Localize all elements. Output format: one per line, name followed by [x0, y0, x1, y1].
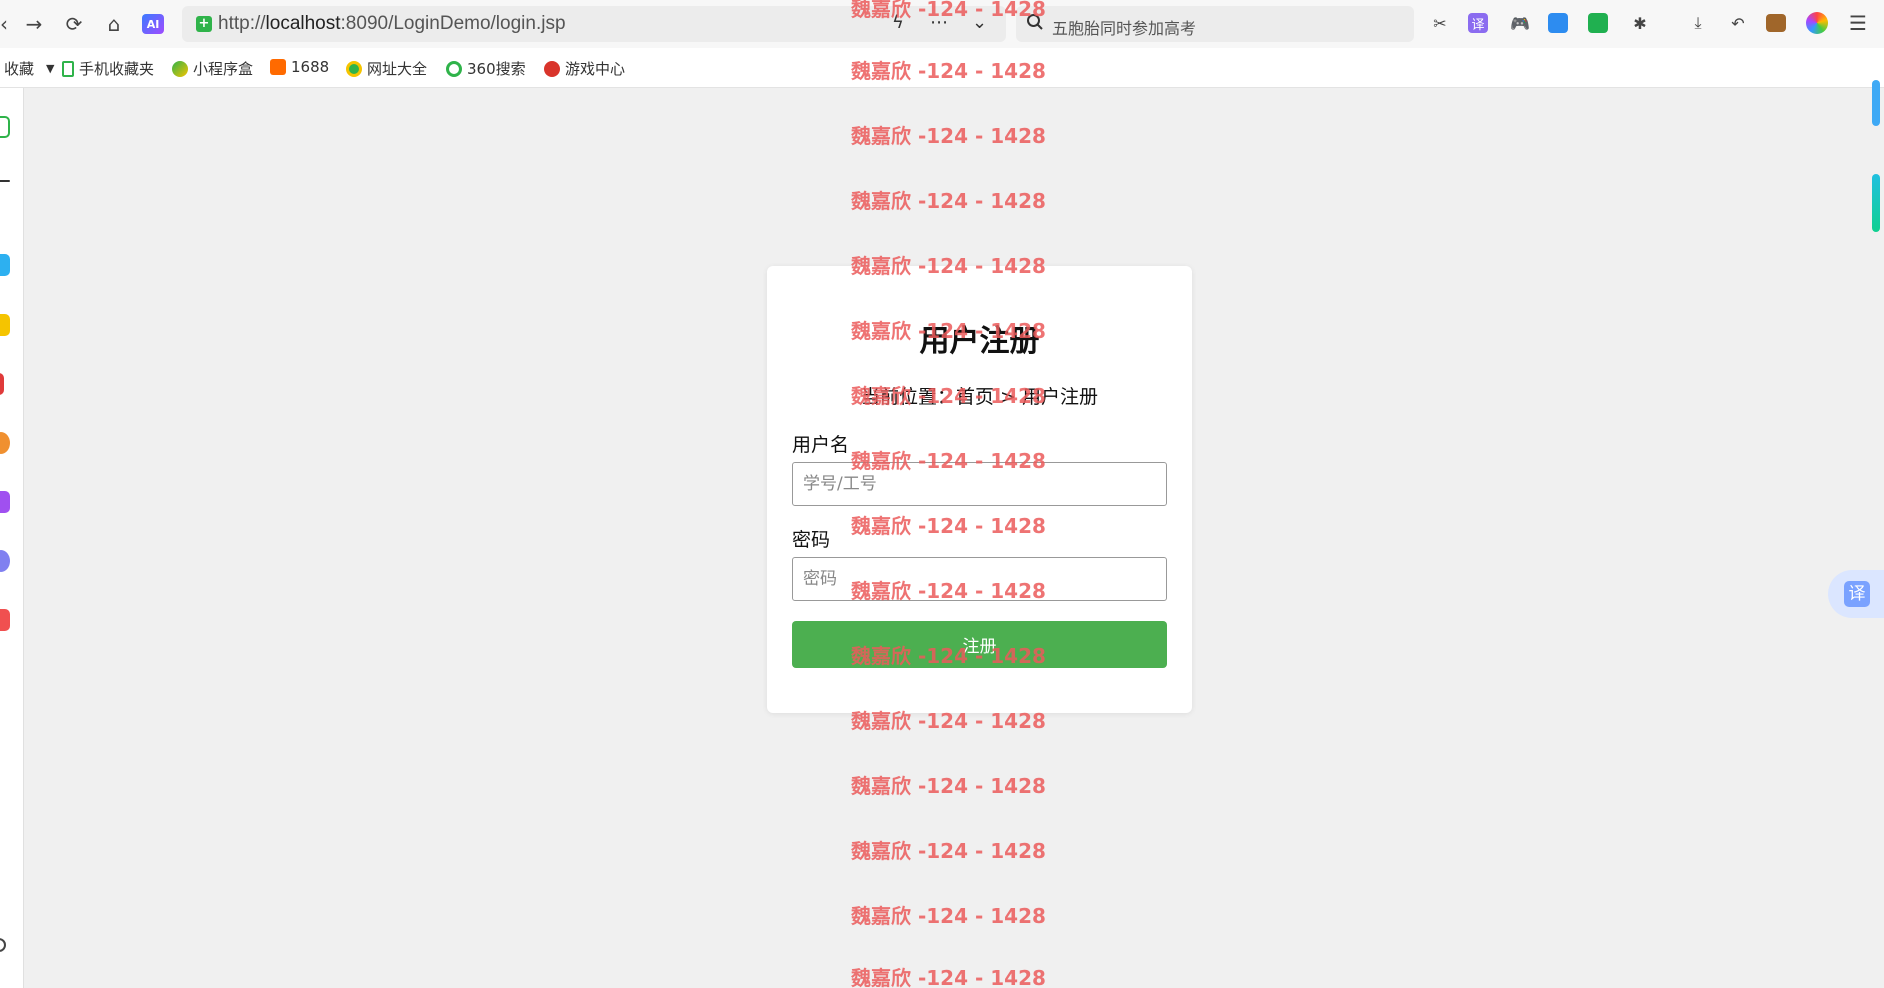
phone-icon	[62, 60, 74, 77]
back-icon[interactable]: ‹	[0, 10, 18, 38]
sidebar-video-icon[interactable]	[0, 491, 10, 513]
sidebar-planet-icon[interactable]	[0, 550, 10, 572]
search-icon	[1027, 14, 1043, 30]
gamepad-icon[interactable]: 🎮	[1508, 11, 1532, 35]
scissors-icon[interactable]: ✂	[1428, 11, 1452, 35]
search-bar[interactable]: 五胞胎同时参加高考	[1016, 6, 1414, 42]
bookmark-360-search[interactable]: 360搜索	[446, 58, 526, 79]
1688-icon	[270, 59, 286, 75]
page-title: 用户注册	[919, 324, 1040, 359]
floating-translate-button[interactable]: 译	[1828, 570, 1884, 618]
chevron-down-icon[interactable]: ⌄	[972, 12, 987, 33]
game-center-icon	[544, 60, 560, 77]
more-icon[interactable]: ⋯	[930, 12, 948, 33]
translate-icon: 译	[1844, 581, 1870, 607]
download-icon[interactable]: ⤓	[1686, 11, 1710, 35]
translate-icon[interactable]: 译	[1468, 13, 1488, 33]
bookmark-miniapp[interactable]: 小程序盒	[172, 58, 253, 79]
sidebar-share-icon[interactable]	[0, 373, 4, 395]
caret-down-icon: ▼	[46, 62, 55, 75]
undo-icon[interactable]: ↶	[1726, 11, 1750, 35]
address-bar[interactable]: + http://localhost:8090/LoginDemo/login.…	[182, 6, 1006, 42]
globe-icon	[346, 60, 362, 77]
book-icon[interactable]	[1588, 13, 1608, 33]
sidebar-app-icon[interactable]	[0, 254, 10, 276]
briefcase-icon[interactable]	[1766, 14, 1786, 32]
bookmark-1688[interactable]: 1688	[270, 58, 329, 76]
bookmark-mobile-favorites[interactable]: 手机收藏夹	[62, 58, 154, 79]
360-search-icon	[446, 60, 462, 77]
bookmark-game-center[interactable]: 游戏中心	[544, 58, 625, 79]
password-input[interactable]	[792, 557, 1167, 601]
scroll-indicator-bottom[interactable]	[1872, 174, 1880, 232]
right-scroll-indicators	[1872, 80, 1880, 240]
register-button[interactable]: 注册	[792, 621, 1167, 668]
menu-icon[interactable]: ☰	[1846, 11, 1870, 35]
left-sidebar	[0, 88, 24, 988]
scroll-indicator-top[interactable]	[1872, 80, 1880, 126]
breadcrumb: 当前位置：首页 > 用户注册	[861, 386, 1098, 408]
sidebar-minus-icon[interactable]	[0, 180, 10, 182]
register-card: 用户注册 当前位置：首页 > 用户注册 用户名 密码 注册	[767, 266, 1192, 713]
bookmarks-bar: 收藏 ▼ 手机收藏夹 小程序盒 1688 网址大全 360搜索 游戏中心	[0, 48, 1884, 88]
sidebar-game-icon[interactable]	[0, 432, 10, 454]
bookmark-favorites[interactable]: 收藏 ▼	[4, 58, 54, 79]
ai-icon[interactable]: AI	[142, 14, 164, 34]
password-label: 密码	[792, 529, 831, 551]
sidebar-home-icon[interactable]	[0, 116, 10, 138]
sidebar-settings-icon[interactable]	[0, 938, 6, 952]
secure-shield-icon: +	[196, 16, 212, 32]
ai-assistant-icon[interactable]	[1806, 12, 1828, 34]
bookmark-url-directory[interactable]: 网址大全	[346, 58, 427, 79]
username-label: 用户名	[792, 434, 850, 456]
username-input[interactable]	[792, 462, 1167, 506]
miniapp-icon	[172, 60, 188, 77]
sidebar-gamepad-icon[interactable]	[0, 609, 10, 631]
home-icon[interactable]: ⌂	[100, 10, 128, 38]
sidebar-lightning-icon[interactable]	[0, 314, 10, 336]
forward-icon[interactable]: →	[20, 10, 48, 38]
word-icon[interactable]	[1548, 13, 1568, 33]
search-placeholder: 五胞胎同时参加高考	[1052, 19, 1197, 38]
browser-toolbar: ‹ → ⟳ ⌂ AI + http://localhost:8090/Login…	[0, 0, 1884, 48]
page-content: 用户注册 当前位置：首页 > 用户注册 用户名 密码 注册	[24, 89, 1884, 988]
reload-icon[interactable]: ⟳	[60, 10, 88, 38]
extensions-icon[interactable]: ✱	[1628, 11, 1652, 35]
lightning-icon[interactable]: ϟ	[892, 12, 904, 33]
url-text[interactable]: http://localhost:8090/LoginDemo/login.js…	[218, 13, 566, 35]
